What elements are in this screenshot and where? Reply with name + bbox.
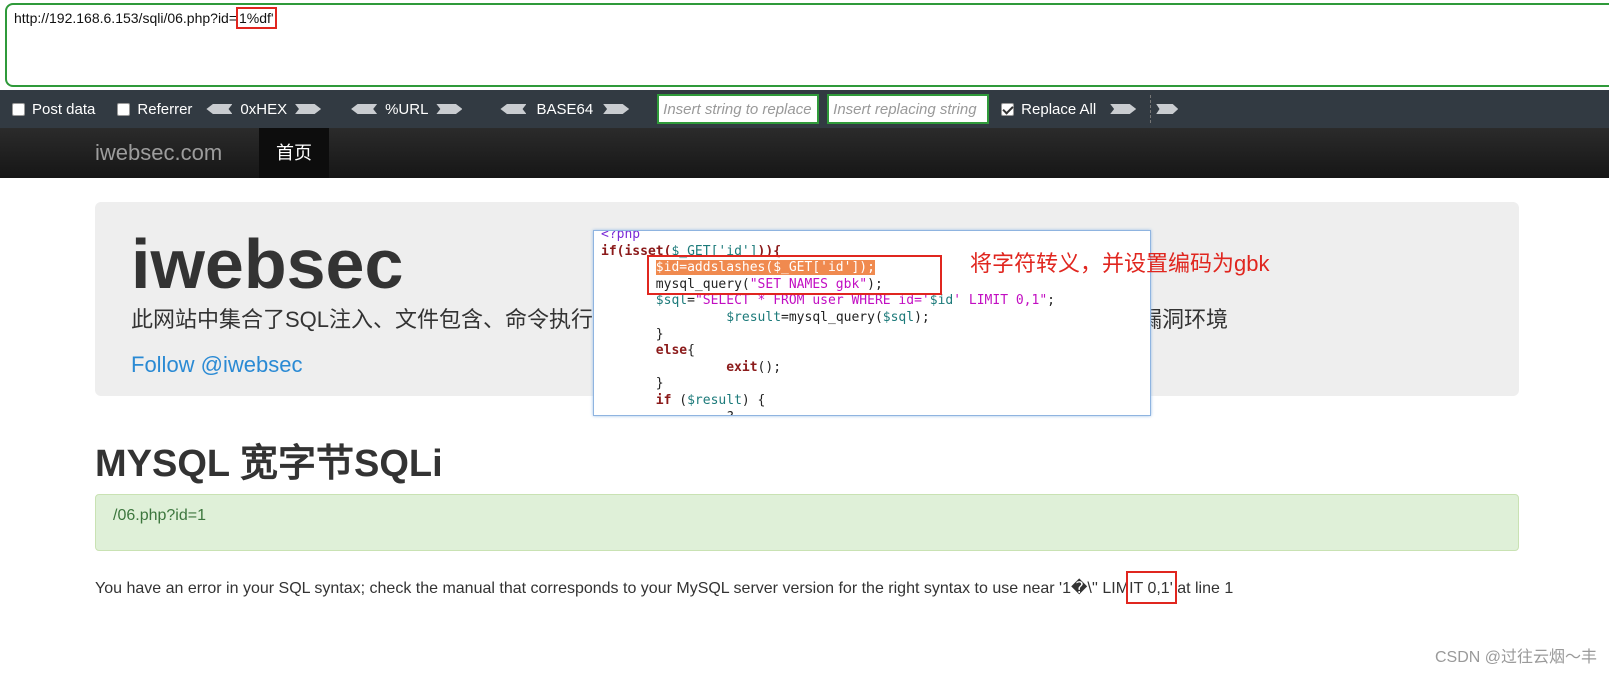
encode-arrow-icon[interactable]	[603, 104, 630, 114]
replace-all-label: Replace All	[1021, 100, 1097, 118]
replace-all-checkbox[interactable]: Replace All	[1001, 101, 1096, 118]
jumbotron-description-tail: 漏洞环境	[1140, 307, 1229, 332]
hex-label: 0xHEX	[240, 100, 288, 118]
collapse-icon[interactable]	[1156, 104, 1179, 114]
decode-arrow-icon[interactable]	[351, 104, 378, 114]
replace-arrow-icon[interactable]	[1110, 104, 1137, 114]
url-text: http://192.168.6.153/sqli/06.php?id= 1%df…	[14, 10, 276, 26]
checkbox-icon	[12, 102, 25, 116]
hex-button-group: 0xHEX	[198, 101, 329, 118]
hackbar-toolbar: Post data Referrer 0xHEX %URL BASE64 Ins…	[0, 90, 1609, 128]
url-button-group: %URL	[343, 101, 470, 118]
post-data-checkbox[interactable]: Post data	[12, 101, 95, 118]
url-textarea[interactable]: http://192.168.6.153/sqli/06.php?id= 1%df…	[5, 3, 1609, 87]
nav-item-home[interactable]: 首页	[259, 128, 329, 178]
error-text-before: You have an error in your SQL syntax; ch…	[95, 580, 1063, 597]
site-brand[interactable]: iwebsec.com	[95, 140, 222, 166]
checked-checkbox-icon	[1001, 102, 1015, 116]
error-near-value: 1�\'	[1062, 580, 1095, 597]
error-highlight-box	[1126, 571, 1177, 604]
jumbotron-title: iwebsec	[131, 225, 404, 303]
checkbox-icon	[117, 102, 131, 116]
site-navbar: iwebsec.com 首页	[0, 128, 1609, 178]
toolbar-divider	[1150, 95, 1152, 123]
jumbotron-description: 此网站中集合了SQL注入、文件包含、命令执行	[131, 307, 594, 332]
decode-arrow-icon[interactable]	[206, 104, 233, 114]
url-payload-highlight: 1%df'	[239, 10, 274, 26]
url-encode-label: %URL	[385, 100, 429, 118]
base64-button-group: BASE64	[492, 101, 637, 118]
follow-link[interactable]: Follow @iwebsec	[131, 352, 303, 378]
sql-error-message: You have an error in your SQL syntax; ch…	[95, 578, 1233, 598]
base64-label: BASE64	[536, 100, 594, 118]
annotation-text: 将字符转义，并设置编码为gbk	[970, 251, 1270, 276]
decode-arrow-icon[interactable]	[500, 104, 527, 114]
code-highlight-box	[647, 255, 942, 295]
encode-arrow-icon[interactable]	[436, 104, 463, 114]
page-title: MYSQL 宽字节SQLi	[95, 443, 443, 485]
referrer-label: Referrer	[137, 100, 193, 118]
referrer-checkbox[interactable]: Referrer	[117, 101, 192, 118]
alert-link[interactable]: /06.php?id=1	[113, 507, 206, 525]
post-data-label: Post data	[32, 100, 96, 118]
url-prefix: http://192.168.6.153/sqli/06.php?id=	[14, 10, 238, 26]
encode-arrow-icon[interactable]	[295, 104, 322, 114]
find-string-input[interactable]: Insert string to replace	[657, 94, 820, 124]
watermark: CSDN @过往云烟～丰	[1434, 649, 1597, 666]
query-alert: /06.php?id=1	[95, 494, 1519, 551]
replace-string-input[interactable]: Insert replacing string	[827, 94, 990, 124]
